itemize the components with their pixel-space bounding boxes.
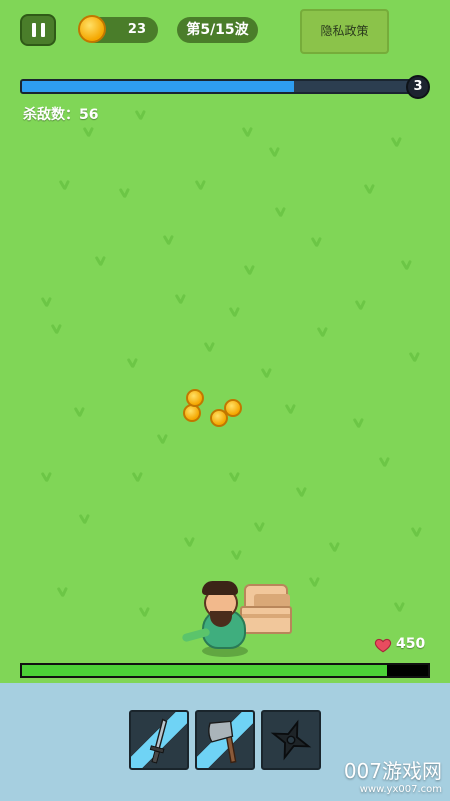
grass-tuft — [230, 470, 240, 482]
grass-tuft — [270, 145, 280, 157]
grass-tuft — [196, 178, 206, 190]
shuriken-icon — [270, 719, 312, 761]
grass-tuft — [232, 548, 242, 560]
pause-bar-left — [31, 23, 36, 37]
axe-icon — [208, 720, 237, 764]
hero-hair — [202, 581, 238, 595]
hp-value: 450 — [396, 636, 426, 652]
site-watermark: 007游戏网 www.yx007.com — [344, 755, 442, 795]
grass-tuft — [262, 366, 272, 378]
grass-tuft — [60, 178, 70, 190]
kill-value: 56 — [79, 107, 99, 123]
grass-tuft — [365, 182, 375, 194]
grass-tuft — [96, 254, 106, 266]
hero-character — [180, 575, 260, 660]
grass-tuft — [255, 520, 265, 532]
grass-tuft — [120, 186, 130, 198]
kill-counter: 杀敌数：56 — [23, 104, 98, 124]
pause-button[interactable] — [20, 14, 56, 46]
grass-tuft — [312, 235, 322, 247]
wave-indicator: 第5/15波 — [177, 17, 258, 43]
grass-tuft — [158, 432, 168, 444]
grass-tuft — [133, 470, 143, 482]
watermark-url: www.yx007.com — [359, 784, 442, 795]
grass-tuft — [412, 525, 422, 537]
grass-tuft — [42, 470, 52, 482]
dropped-coin[interactable] — [186, 389, 204, 407]
grass-tuft — [245, 263, 255, 275]
grass-tuft — [58, 585, 68, 597]
wave-progress-fill — [22, 81, 294, 92]
coin-counter: 23 — [78, 15, 158, 43]
grass-tuft — [164, 233, 174, 245]
dropped-coin[interactable] — [224, 399, 242, 417]
coin-icon — [78, 15, 106, 43]
grass-tuft — [330, 540, 340, 552]
grass-tuft — [392, 135, 402, 147]
pause-bar-right — [40, 23, 45, 37]
grass-tuft — [205, 340, 215, 352]
grass-tuft — [356, 298, 366, 310]
grass-tuft — [230, 305, 240, 317]
grass-tuft — [354, 416, 364, 428]
level-badge: 3 — [406, 75, 430, 99]
grass-tuft — [136, 108, 146, 120]
weapon-slot-sword[interactable] — [129, 710, 189, 770]
grass-tuft — [185, 535, 195, 547]
grass-tuft — [380, 455, 390, 467]
grass-tuft — [52, 322, 62, 334]
privacy-policy-button[interactable]: 隐私政策 — [300, 9, 389, 54]
heart-icon — [374, 638, 392, 653]
grass-tuft — [176, 292, 186, 304]
grass-tuft — [84, 125, 94, 137]
hp-bar — [20, 663, 430, 678]
watermark-main: 007游戏网 — [343, 759, 442, 783]
grass-tuft — [243, 125, 253, 137]
wave-progress-bar — [20, 79, 418, 94]
sword-icon — [149, 718, 168, 764]
weapon-slot-axe[interactable] — [195, 710, 255, 770]
grass-tuft — [140, 605, 150, 617]
kill-label: 杀敌数： — [23, 107, 79, 123]
grass-tuft — [80, 512, 90, 524]
grass-tuft — [395, 600, 405, 612]
grass-tuft — [42, 295, 52, 307]
grass-tuft — [410, 350, 420, 362]
grass-tuft — [297, 485, 307, 497]
weapon-slot-shuriken[interactable] — [261, 710, 321, 770]
hp-fill — [22, 665, 388, 676]
grass-tuft — [128, 356, 138, 368]
grass-tuft — [276, 205, 286, 217]
grass-tuft — [318, 325, 328, 337]
grass-tuft — [286, 402, 296, 414]
grass-tuft — [310, 575, 320, 587]
grass-tuft — [402, 258, 412, 270]
coin-count: 23 — [127, 22, 146, 37]
grass-tuft — [75, 405, 85, 417]
